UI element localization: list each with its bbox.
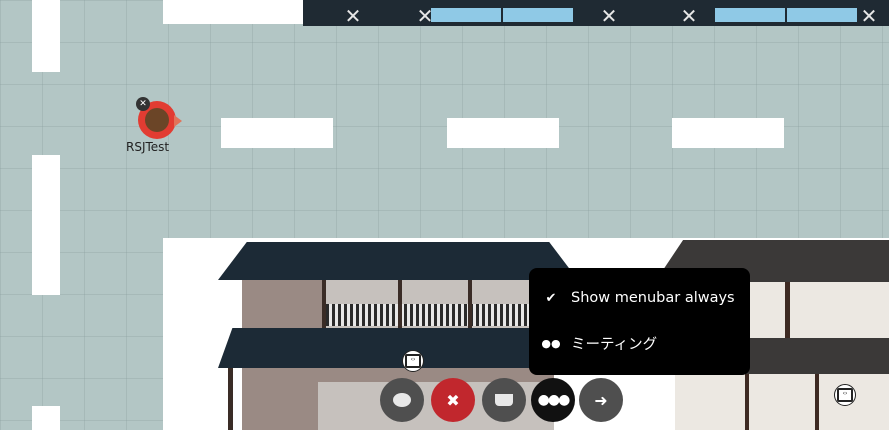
away-button[interactable] xyxy=(482,378,526,422)
avatar-name: RSJTest xyxy=(126,140,170,154)
menu-item-show-menubar[interactable]: ✔ Show menubar always xyxy=(529,278,750,318)
embed-object-icon[interactable]: ‹› xyxy=(834,384,856,406)
road-marking xyxy=(32,155,60,295)
mic-off-icon: ✖ xyxy=(446,390,460,410)
direction-pointer-icon xyxy=(174,115,182,127)
chat-button[interactable] xyxy=(380,378,424,422)
more-button[interactable]: ●●● xyxy=(531,378,575,422)
road-marking xyxy=(32,0,60,72)
chat-bubble-icon xyxy=(393,393,411,407)
menu-item-label: Show menubar always xyxy=(571,290,735,306)
microphone-button[interactable]: ✖ xyxy=(431,378,475,422)
road-marking xyxy=(221,118,333,148)
menu-item-meeting[interactable]: ●● ミーティング xyxy=(529,323,750,363)
mic-muted-icon: ✕ xyxy=(136,97,150,111)
exit-door-icon: ➜ xyxy=(594,390,608,410)
avatar[interactable]: ✕ xyxy=(136,97,182,139)
world-map[interactable]: ✕ ✕ ✕ ✕ ✕ ‹› ‹› ✕ RSJTest ✖ ●●● ➜ ✔ Show… xyxy=(0,0,889,430)
road-marking xyxy=(672,118,784,148)
road-marking xyxy=(163,0,303,24)
embed-object-icon[interactable]: ‹› xyxy=(402,350,424,372)
bear-avatar-icon xyxy=(145,108,169,132)
leave-button[interactable]: ➜ xyxy=(579,378,623,422)
road-marking xyxy=(32,406,60,430)
building-roof: ✕ ✕ ✕ ✕ ✕ xyxy=(303,0,889,26)
users-icon: ●● xyxy=(541,336,561,350)
more-menu: ✔ Show menubar always ●● ミーティング xyxy=(529,268,750,375)
more-dots-icon: ●●● xyxy=(537,392,571,408)
check-icon: ✔ xyxy=(545,290,557,306)
road-marking xyxy=(447,118,559,148)
coffee-cup-icon xyxy=(495,394,513,406)
menu-item-label: ミーティング xyxy=(571,336,658,353)
